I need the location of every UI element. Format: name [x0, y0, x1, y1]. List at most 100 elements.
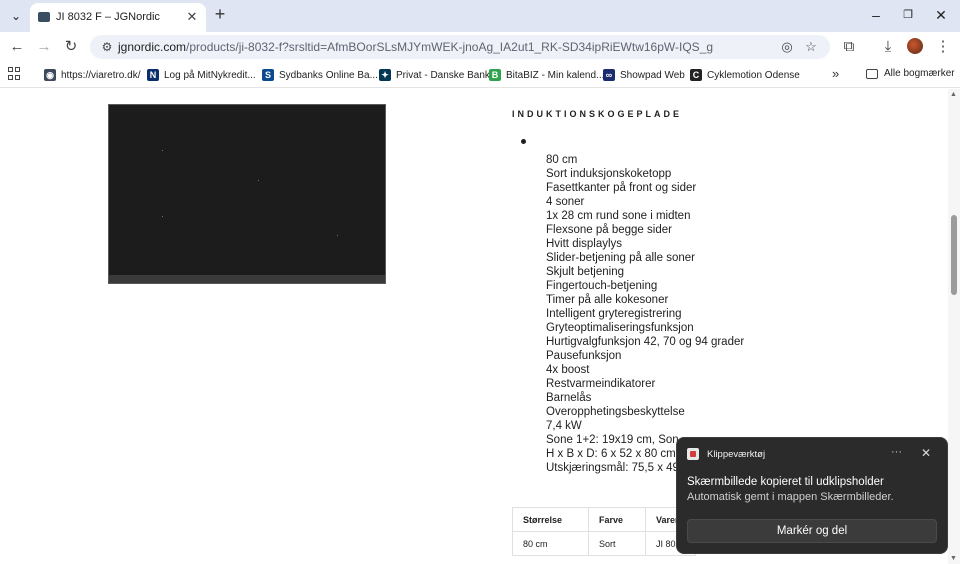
bookmark-item[interactable]: N Log på MitNykredit...: [147, 68, 256, 82]
tab-title: JI 8032 F – JGNordic: [56, 11, 160, 23]
feature-item: Skjult betjening: [546, 266, 624, 278]
tab-search-chevron-icon[interactable]: ⌄: [4, 4, 28, 28]
showpad-icon: ∞: [603, 69, 615, 81]
bitabiz-icon: B: [489, 69, 501, 81]
apps-grid-icon[interactable]: [8, 67, 22, 81]
bookmark-label: https://viaretro.dk/: [61, 69, 141, 81]
bookmark-label: Showpad Web: [620, 69, 685, 81]
address-bar[interactable]: ⚙ jgnordic.com/products/ji-8032-f?srslti…: [90, 35, 830, 59]
new-tab-plus-icon[interactable]: +: [210, 5, 230, 25]
site-info-icon[interactable]: ⚙: [98, 38, 116, 56]
snipping-tool-notification[interactable]: Klippeværktøj ··· ✕ Skærmbillede kopiere…: [676, 437, 948, 554]
mark-and-share-button[interactable]: Markér og del: [687, 519, 937, 543]
forward-arrow-icon[interactable]: →: [34, 37, 54, 57]
back-arrow-icon[interactable]: ←: [7, 37, 27, 57]
product-image[interactable]: [108, 104, 386, 284]
all-bookmarks-folder[interactable]: Alle bogmærker: [866, 68, 955, 79]
feature-item: Overopphetingsbeskyttelse: [546, 406, 685, 418]
folder-icon: [866, 68, 878, 79]
column-header: Størrelse: [512, 507, 589, 532]
bookmark-label: Sydbanks Online Ba...: [279, 69, 378, 81]
bookmark-item[interactable]: ✦ Privat - Danske Bank: [379, 68, 490, 82]
sydbank-icon: S: [262, 69, 274, 81]
feature-item: Timer på alle kokesoner: [546, 294, 669, 306]
toast-body: Automatisk gemt i mappen Skærmbilleder.: [687, 491, 894, 503]
bookmark-label: Cyklemotion Odense: [707, 69, 800, 81]
toast-app-name: Klippeværktøj: [707, 449, 766, 460]
cyklemotion-icon: C: [690, 69, 702, 81]
tab-strip: ⌄ JI 8032 F – JGNordic ✕ + – ❐ ✕: [0, 0, 960, 32]
feature-item: Fasettkanter på front og sider: [546, 182, 697, 194]
bookmark-label: Log på MitNykredit...: [164, 69, 256, 81]
column-header: Farve: [588, 507, 646, 532]
active-tab[interactable]: JI 8032 F – JGNordic ✕: [30, 3, 206, 32]
feature-item: Flexsone på begge sider: [546, 224, 672, 236]
feature-item: 80 cm: [546, 154, 578, 166]
feature-item: 4x boost: [546, 364, 590, 376]
extensions-puzzle-icon[interactable]: ⧉: [839, 37, 859, 57]
url-path: /products/ji-8032-f?srsltid=AfmBOorSLsMJ…: [186, 40, 714, 54]
profile-avatar[interactable]: [907, 38, 923, 54]
bookmark-label: Privat - Danske Bank: [396, 69, 490, 81]
bookmark-item[interactable]: C Cyklemotion Odense: [690, 68, 800, 82]
eye-slash-icon[interactable]: ◎: [778, 38, 796, 56]
feature-item: 1x 28 cm rund sone i midten: [546, 210, 691, 222]
reload-icon[interactable]: ↻: [61, 37, 81, 57]
toast-more-options-icon[interactable]: ···: [891, 446, 902, 458]
feature-item: Hurtigvalgfunksjon 42, 70 og 94 grader: [546, 336, 745, 348]
feature-item: Barnelås: [546, 392, 592, 404]
feature-item: 7,4 kW: [546, 420, 582, 432]
scrollbar-thumb[interactable]: [951, 215, 957, 295]
all-bookmarks-label: Alle bogmærker: [884, 68, 955, 79]
list-bullet: [521, 139, 526, 144]
feature-item: Gryteoptimaliseringsfunksjon: [546, 322, 694, 334]
tab-close-icon[interactable]: ✕: [184, 9, 200, 25]
table-row: 80 cm Sort JI 803: [512, 531, 696, 556]
bookmark-item[interactable]: B BitaBIZ - Min kalend...: [489, 68, 604, 82]
window-close-icon[interactable]: ✕: [930, 5, 952, 25]
table-header-row: Størrelse Farve Varer: [512, 507, 696, 532]
cooktop-marking: [162, 150, 163, 151]
spec-table: Størrelse Farve Varer 80 cm Sort JI 803: [512, 507, 696, 556]
bookmark-item[interactable]: ◉ https://viaretro.dk/: [44, 68, 140, 82]
feature-item: Slider-betjening på alle soner: [546, 252, 695, 264]
nykredit-icon: N: [147, 69, 159, 81]
menu-kebab-icon[interactable]: ⋮: [933, 37, 953, 57]
bookmark-star-icon[interactable]: ☆: [802, 38, 820, 56]
toast-close-icon[interactable]: ✕: [921, 446, 931, 460]
page-scrollbar[interactable]: ▲ ▼: [948, 89, 960, 564]
bookmark-item[interactable]: ∞ Showpad Web: [603, 68, 685, 82]
table-cell: 80 cm: [512, 531, 589, 556]
feature-item: Restvarmeindikatorer: [546, 378, 656, 390]
site-favicon-icon: [38, 12, 50, 22]
toast-title: Skærmbillede kopieret til udklipsholder: [687, 476, 884, 488]
browser-toolbar: ← → ↻ ⚙ jgnordic.com/products/ji-8032-f?…: [0, 32, 960, 62]
scroll-down-arrow-icon[interactable]: ▼: [950, 555, 957, 562]
url-host: jgnordic.com: [118, 40, 187, 54]
download-icon[interactable]: ⤓: [878, 37, 898, 57]
section-heading: INDUKTIONSKOGEPLADE: [512, 109, 683, 119]
more-bookmarks-chevron-icon[interactable]: »: [832, 66, 839, 81]
feature-item: Hvitt displaylys: [546, 238, 623, 250]
viaretro-icon: ◉: [44, 69, 56, 81]
feature-list: 80 cm Sort induksjonskoketopp Fasettkanter…: [546, 153, 744, 475]
feature-item: Sort induksjonskoketopp: [546, 168, 672, 180]
cooktop-marking: [337, 235, 338, 236]
cooktop-front-edge: [109, 275, 385, 283]
feature-item: Fingertouch-betjening: [546, 280, 658, 292]
feature-item: Intelligent gryteregistrering: [546, 308, 682, 320]
danske-bank-icon: ✦: [379, 69, 391, 81]
feature-item: 4 soner: [546, 196, 585, 208]
feature-item: Pausefunksjon: [546, 350, 622, 362]
scroll-up-arrow-icon[interactable]: ▲: [950, 91, 957, 98]
bookmarks-bar: ◉ https://viaretro.dk/N Log på MitNykredit…: [0, 62, 960, 88]
minimize-icon[interactable]: –: [865, 5, 887, 25]
table-cell: Sort: [588, 531, 646, 556]
snipping-tool-icon: [687, 448, 699, 460]
url-text[interactable]: jgnordic.com/products/ji-8032-f?srsltid=…: [118, 40, 713, 54]
bookmark-item[interactable]: S Sydbanks Online Ba...: [262, 68, 378, 82]
cooktop-marking: [162, 216, 163, 217]
restore-icon[interactable]: ❐: [897, 5, 919, 25]
bookmark-label: BitaBIZ - Min kalend...: [506, 69, 605, 81]
cooktop-marking: [258, 180, 259, 181]
